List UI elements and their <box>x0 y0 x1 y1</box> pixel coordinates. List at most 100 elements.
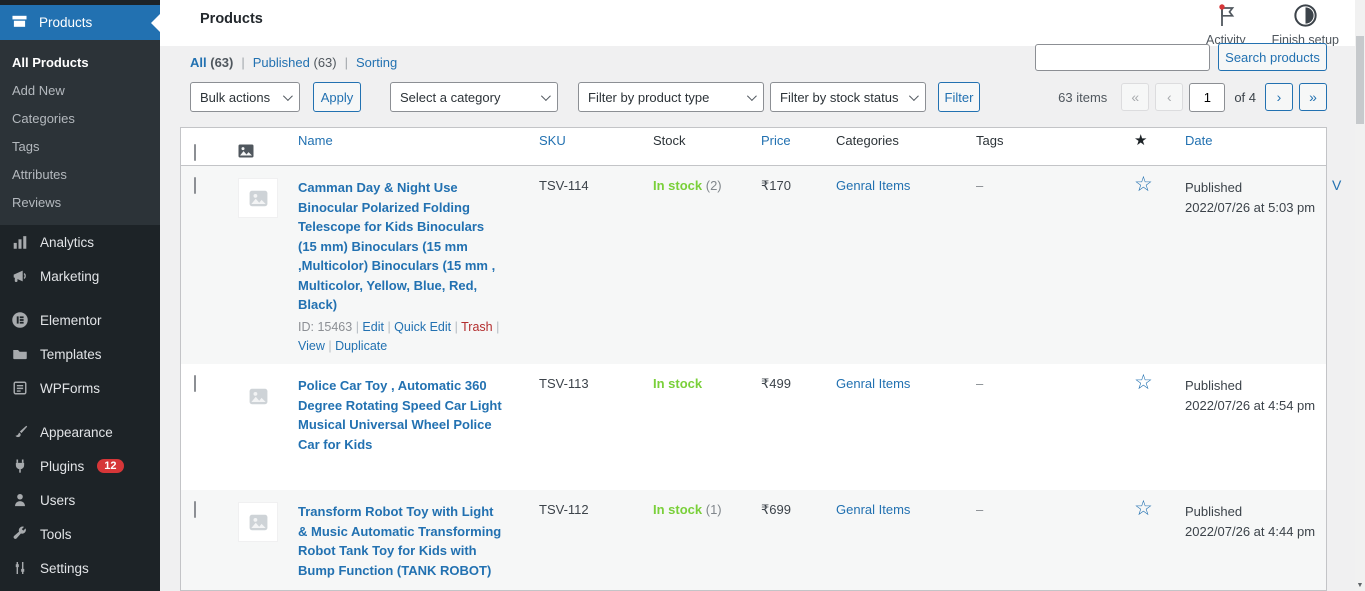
menu-separator <box>0 293 160 303</box>
active-menu-arrow <box>151 14 160 32</box>
filter-button[interactable]: Filter <box>938 82 980 112</box>
featured-star-toggle[interactable]: ☆ <box>1134 374 1153 392</box>
duplicate-link[interactable]: Duplicate <box>335 339 387 353</box>
sidebar-item-templates[interactable]: Templates <box>0 337 160 371</box>
list-view-filters: All (63)Published (63)Sorting <box>190 55 397 70</box>
category-link[interactable]: Genral Items <box>836 178 910 193</box>
form-icon <box>9 378 31 398</box>
row-checkbox[interactable] <box>194 501 196 518</box>
category-link[interactable]: Genral Items <box>836 376 910 391</box>
edit-link[interactable]: Edit <box>362 320 394 334</box>
tags-value: – <box>976 376 983 391</box>
sidebar-item-reviews[interactable]: Reviews <box>0 189 160 217</box>
sidebar-item-label: WPForms <box>40 381 100 396</box>
product-thumbnail-placeholder[interactable] <box>238 178 278 218</box>
header-actions: Activity Finish setup <box>1206 2 1339 47</box>
vertical-scrollbar[interactable]: ▼ <box>1355 0 1365 591</box>
column-header-price[interactable]: Price <box>761 127 829 160</box>
product-name-link[interactable]: Transform Robot Toy with Light & Music A… <box>298 504 501 578</box>
product-price: ₹499 <box>761 376 791 391</box>
scrollbar-thumb[interactable] <box>1356 36 1364 124</box>
sliders-icon <box>9 558 31 578</box>
column-header-name[interactable]: Name <box>298 127 506 160</box>
sidebar-item-users[interactable]: Users <box>0 483 160 517</box>
publish-status: Published <box>1185 180 1242 195</box>
view-published-count: (63) <box>314 55 337 70</box>
pagination: 63 items « ‹ of 4 › » <box>1058 82 1327 112</box>
next-page-button[interactable]: › <box>1265 83 1293 111</box>
product-thumbnail-placeholder[interactable] <box>238 502 278 542</box>
row-checkbox[interactable] <box>194 177 196 194</box>
last-page-button[interactable]: » <box>1299 83 1327 111</box>
sidebar-item-label: Plugins <box>40 459 84 474</box>
sidebar-item-wpforms[interactable]: WPForms <box>0 371 160 405</box>
product-price: ₹170 <box>761 178 791 193</box>
product-type-filter-select[interactable]: Filter by product type <box>578 82 764 112</box>
stock-status: In stock <box>653 376 702 391</box>
sidebar-item-tools[interactable]: Tools <box>0 517 160 551</box>
search-products-button[interactable]: Search products <box>1218 43 1327 71</box>
sidebar-item-categories[interactable]: Categories <box>0 105 160 133</box>
sidebar-item-all-products[interactable]: All Products <box>0 49 160 77</box>
view-link[interactable]: View <box>298 339 335 353</box>
image-column-icon <box>238 146 254 161</box>
finish-setup-button[interactable]: Finish setup <box>1272 2 1339 47</box>
view-published-link[interactable]: Published (63) <box>233 55 336 70</box>
select-all-checkbox[interactable] <box>194 144 196 161</box>
apply-button[interactable]: Apply <box>313 82 361 112</box>
stock-status: In stock <box>653 178 702 193</box>
row-checkbox[interactable] <box>194 375 196 392</box>
table-row: Transform Robot Toy with Light & Music A… <box>181 490 1326 591</box>
sidebar-item-settings[interactable]: Settings <box>0 551 160 585</box>
current-page-input[interactable] <box>1189 83 1225 112</box>
tags-value: – <box>976 178 983 193</box>
sidebar-item-appearance[interactable]: Appearance <box>0 415 160 449</box>
content-area: All (63)Published (63)Sorting Search pro… <box>160 46 1365 591</box>
product-name-link[interactable]: Camman Day & Night Use Binocular Polariz… <box>298 180 495 312</box>
quick-edit-link[interactable]: Quick Edit <box>394 320 461 334</box>
sidebar-item-analytics[interactable]: Analytics <box>0 225 160 259</box>
view-sorting-link[interactable]: Sorting <box>337 55 398 70</box>
column-header-sku[interactable]: SKU <box>539 127 646 160</box>
stock-status-filter-select[interactable]: Filter by stock status <box>770 82 926 112</box>
prev-page-button[interactable]: ‹ <box>1155 83 1183 111</box>
category-link[interactable]: Genral Items <box>836 502 910 517</box>
sidebar-item-marketing[interactable]: Marketing <box>0 259 160 293</box>
bulk-actions-select[interactable]: Bulk actions <box>190 82 300 112</box>
featured-star-toggle[interactable]: ☆ <box>1134 176 1153 194</box>
featured-star-column-icon: ★ <box>1134 127 1173 160</box>
partial-edge-text: V <box>1332 177 1341 193</box>
category-filter-select[interactable]: Select a category <box>390 82 558 112</box>
chevron-down-icon <box>283 91 293 101</box>
sidebar-item-label: Templates <box>40 347 102 362</box>
sidebar-item-attributes[interactable]: Attributes <box>0 161 160 189</box>
items-count: 63 items <box>1058 90 1107 105</box>
admin-menu: Analytics Marketing Elementor Templates … <box>0 225 160 585</box>
view-all-link[interactable]: All (63) <box>190 55 233 70</box>
sidebar-item-products-active[interactable]: Products <box>0 5 160 40</box>
trash-link[interactable]: Trash <box>461 320 499 334</box>
column-header-date[interactable]: Date <box>1185 127 1326 160</box>
featured-star-toggle[interactable]: ☆ <box>1134 500 1153 518</box>
table-row: Camman Day & Night Use Binocular Polariz… <box>181 166 1326 364</box>
view-all-count: (63) <box>210 55 233 70</box>
search-input[interactable] <box>1035 44 1210 71</box>
sidebar-item-elementor[interactable]: Elementor <box>0 303 160 337</box>
folder-icon <box>9 344 31 364</box>
product-sku: TSV-112 <box>539 502 589 517</box>
stock-status: In stock <box>653 502 702 517</box>
table-header-row: Name SKU Stock Price Categories Tags ★ D… <box>181 128 1326 166</box>
sidebar-item-label: Marketing <box>40 269 99 284</box>
tags-value: – <box>976 502 983 517</box>
plugin-icon <box>9 456 31 476</box>
half-circle-icon <box>1292 2 1319 32</box>
sidebar-item-add-new[interactable]: Add New <box>0 77 160 105</box>
first-page-button[interactable]: « <box>1121 83 1149 111</box>
sidebar-item-tags[interactable]: Tags <box>0 133 160 161</box>
scrollbar-down-arrow[interactable]: ▼ <box>1356 582 1364 589</box>
product-name-link[interactable]: Police Car Toy , Automatic 360 Degree Ro… <box>298 378 502 452</box>
activity-button[interactable]: Activity <box>1206 2 1246 47</box>
sidebar-item-plugins[interactable]: Plugins 12 <box>0 449 160 483</box>
product-thumbnail-placeholder[interactable] <box>238 376 278 416</box>
product-sku: TSV-114 <box>539 178 589 193</box>
